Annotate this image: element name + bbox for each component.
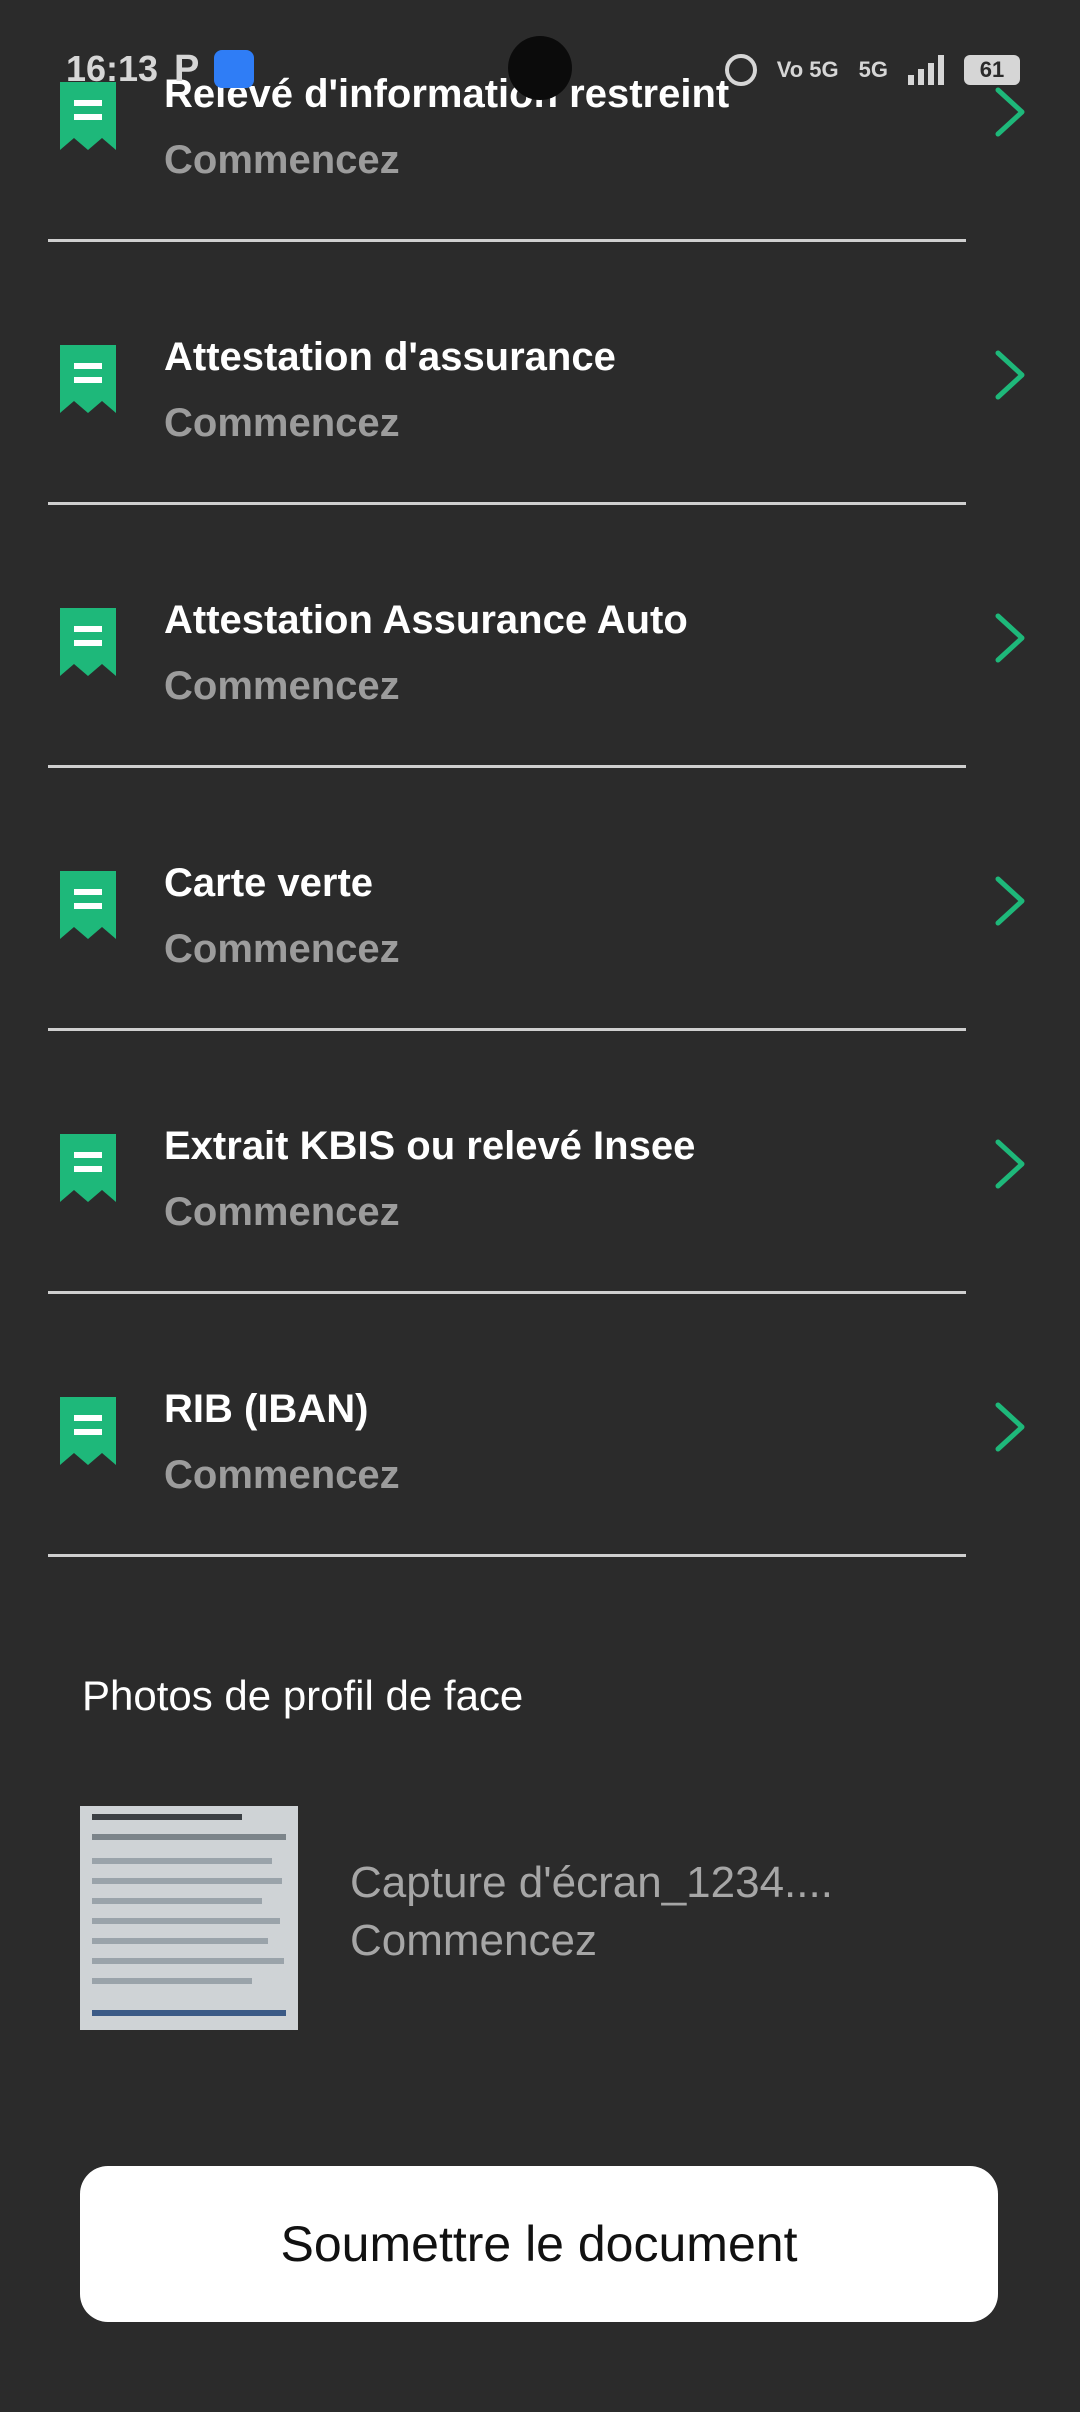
document-status: Commencez [164,1190,400,1234]
chevron-right-icon [995,1402,1025,1452]
chevron-right-icon [995,613,1025,663]
document-item-attestation-assurance-auto[interactable]: Attestation Assurance Auto Commencez [48,506,1025,768]
volte-indicator: Vo 5G [776,57,839,82]
document-bookmark-icon [60,871,116,939]
chevron-right-icon [995,1139,1025,1189]
document-bookmark-icon [60,1397,116,1465]
document-bookmark-icon [60,345,116,413]
network-type: 5G [858,57,888,82]
document-bookmark-icon [60,1134,116,1202]
document-item-carte-verte[interactable]: Carte verte Commencez [48,769,1025,1031]
document-status: Commencez [164,664,400,708]
document-title: RIB (IBAN) [164,1387,369,1431]
document-item-rib-iban[interactable]: RIB (IBAN) Commencez [48,1295,1025,1557]
document-status: Commencez [164,927,400,971]
signal-icon [908,55,944,85]
chevron-right-icon [995,876,1025,926]
battery-icon: 61 [964,55,1020,85]
chevron-right-icon [995,350,1025,400]
document-title: Attestation d'assurance [164,335,616,379]
document-bookmark-icon [60,608,116,676]
profile-photos-section-title: Photos de profil de face [82,1672,524,1719]
profile-photo-filename: Capture d'écran_1234.... [350,1858,833,1907]
status-icons: Vo 5G 5G 61 [724,52,1020,88]
clock: 16:13 [66,48,159,89]
document-title: Extrait KBIS ou relevé Insee [164,1124,696,1168]
document-status: Commencez [164,1453,400,1497]
profile-photo-status: Commencez [350,1916,597,1965]
document-title: Attestation Assurance Auto [164,598,688,642]
document-title: Carte verte [164,861,374,905]
document-status: Commencez [164,138,400,182]
front-camera [508,36,572,100]
document-item-extrait-kbis[interactable]: Extrait KBIS ou relevé Insee Commencez [48,1032,1025,1294]
submit-document-button[interactable]: Soumettre le document [80,2166,998,2322]
profile-photo-thumbnail[interactable] [80,1806,298,2030]
app-notification-icon [214,50,254,88]
alarm-icon [724,54,757,86]
status-bar: 16:13 P Vo 5G 5G 61 [0,0,1080,140]
parking-notification-icon: P [174,48,200,90]
document-item-attestation-assurance[interactable]: Attestation d'assurance Commencez [48,243,1025,505]
document-status: Commencez [164,401,400,445]
